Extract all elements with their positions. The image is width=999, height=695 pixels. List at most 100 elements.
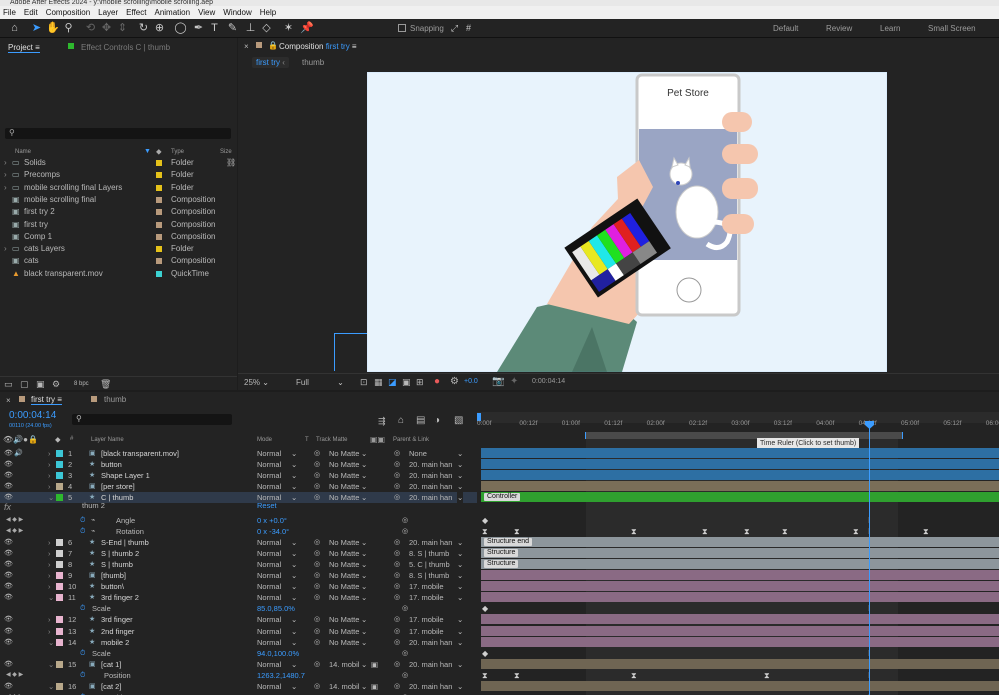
layer-duration-bar[interactable]: [481, 592, 999, 603]
channel-icon[interactable]: ●: [434, 376, 440, 387]
twirl-arrow-icon[interactable]: ⌄: [48, 681, 54, 692]
parent-pickwhip-icon[interactable]: ◎: [394, 537, 400, 548]
parent-dropdown[interactable]: 20. main han ⌄: [409, 459, 465, 471]
home-icon[interactable]: ⌂: [8, 22, 21, 35]
parent-pickwhip-icon[interactable]: ◎: [394, 659, 400, 670]
expression-pickwhip-icon[interactable]: ◎: [402, 526, 408, 537]
show-snapshot-icon[interactable]: ✦: [510, 376, 518, 387]
track-matte-dropdown[interactable]: No Matte ⌄: [329, 448, 369, 459]
parent-pickwhip-icon[interactable]: ◎: [394, 559, 400, 570]
eye-icon[interactable]: 👁: [4, 448, 13, 459]
fx-icon[interactable]: fx: [4, 502, 11, 512]
project-item[interactable]: › ▭ mobile scrolling final Layers Folder: [0, 182, 235, 194]
region-icon[interactable]: ⊞: [416, 377, 424, 388]
twirl-arrow-icon[interactable]: ⌄: [48, 637, 54, 648]
twirl-arrow-icon[interactable]: ›: [48, 448, 51, 459]
track-matte-dropdown[interactable]: No Matte ⌄: [329, 459, 369, 470]
current-time-indicator[interactable]: [869, 425, 870, 695]
blend-mode-dropdown[interactable]: Normal ⌄: [257, 459, 299, 470]
parent-pickwhip-icon[interactable]: ◎: [394, 681, 400, 692]
parent-dropdown[interactable]: 20. main han ⌄: [409, 536, 465, 548]
color-management-icon[interactable]: ⚙: [450, 376, 459, 387]
blend-mode-dropdown[interactable]: Normal ⌄: [257, 559, 299, 570]
layer-row[interactable]: 👁 ⌄ 5 ★ C | thumb Normal ⌄ ◎ No Matte ⌄ ◎ 20. main …: [0, 492, 477, 504]
parent-dropdown[interactable]: 17. mobile ⌄: [409, 592, 465, 604]
label-swatch[interactable]: [56, 572, 63, 579]
graph-icon[interactable]: ⌁: [91, 515, 95, 526]
expression-pickwhip-icon[interactable]: ◎: [402, 648, 408, 659]
track-matte-dropdown[interactable]: No Matte ⌄: [329, 481, 369, 492]
snap-option-icon[interactable]: ⤢: [448, 22, 461, 35]
label-swatch[interactable]: [56, 616, 63, 624]
expand-arrow-icon[interactable]: ›: [4, 182, 7, 194]
blend-mode-dropdown[interactable]: Normal ⌄: [257, 581, 299, 592]
twirl-arrow-icon[interactable]: ›: [48, 570, 51, 581]
label-swatch[interactable]: [56, 461, 63, 469]
layer-duration-bar[interactable]: [481, 658, 999, 669]
expression-pickwhip-icon[interactable]: ◎: [402, 670, 408, 681]
eye-icon[interactable]: 👁: [4, 481, 13, 492]
property-value[interactable]: 0 x +0.0°: [257, 515, 287, 526]
expand-arrow-icon[interactable]: ›: [4, 157, 7, 169]
property-row[interactable]: ◀ ◆ ▶ ⏱ ⌁ Rotation 0 x -34.0° ◎: [0, 526, 477, 537]
project-item[interactable]: ▣ Comp 1 Composition: [0, 231, 235, 243]
blend-mode-dropdown[interactable]: Normal ⌄: [257, 448, 299, 459]
menu-composition[interactable]: Composition: [46, 8, 90, 17]
keyframe-icon[interactable]: ⧗: [782, 527, 788, 535]
brush-tool-icon[interactable]: ✎: [226, 22, 239, 35]
parent-dropdown[interactable]: 20. main han ⌄: [409, 470, 465, 482]
layer-duration-bar[interactable]: [481, 481, 999, 492]
parent-dropdown[interactable]: 20. main han ⌄: [409, 658, 465, 670]
property-value[interactable]: 85.0,85.0%: [257, 603, 295, 614]
parent-pickwhip-icon[interactable]: ◎: [394, 548, 400, 559]
flowchart-icon[interactable]: ⛓: [226, 157, 236, 169]
composition-viewer[interactable]: Pet Store: [367, 72, 887, 372]
project-item[interactable]: › ▭ Solids Folder ⛓: [0, 157, 236, 169]
tab-effect-controls[interactable]: Effect Controls C | thumb: [81, 43, 170, 52]
layer-row[interactable]: 👁 › 8 ★ S | thumb Normal ⌄ ◎ No Matte ⌄ ◎ 5. C | th…: [0, 558, 477, 570]
property-value[interactable]: 94.0,100.0%: [257, 648, 299, 659]
layer-duration-bar[interactable]: Controller: [481, 492, 999, 503]
eye-icon[interactable]: 👁: [4, 614, 13, 625]
parent-pickwhip-icon[interactable]: ◎: [394, 626, 400, 637]
type-tool-icon[interactable]: T: [208, 22, 221, 35]
label-swatch[interactable]: [156, 172, 162, 179]
parent-dropdown[interactable]: 17. mobile ⌄: [409, 581, 465, 593]
pickwhip-icon[interactable]: ◎: [314, 559, 320, 570]
stopwatch-icon[interactable]: ⏱: [80, 603, 85, 614]
parent-pickwhip-icon[interactable]: ◎: [394, 592, 400, 603]
roto-brush-icon[interactable]: ✶: [282, 22, 295, 35]
project-item[interactable]: › ▭ Precomps Folder: [0, 169, 235, 181]
keyframe-icon[interactable]: ⧗: [853, 527, 859, 535]
property-row[interactable]: ⏱ Scale 94.0,100.0% ◎: [0, 648, 477, 659]
twirl-arrow-icon[interactable]: ⌄: [48, 592, 54, 603]
label-swatch[interactable]: [156, 196, 162, 203]
blend-mode-dropdown[interactable]: Normal ⌄: [257, 470, 299, 481]
twirl-arrow-icon[interactable]: ›: [48, 626, 51, 637]
track-matte-dropdown[interactable]: 14. mobil ⌄: [329, 659, 369, 670]
layer-duration-bar[interactable]: [481, 459, 999, 470]
property-value[interactable]: 0 x -34.0°: [257, 526, 289, 537]
layer-duration-bar[interactable]: Structure end: [481, 536, 999, 547]
parent-pickwhip-icon[interactable]: ◎: [394, 637, 400, 648]
layer-row[interactable]: 👁 › 3 ★ Shape Layer 1 Normal ⌄ ◎ No Matte ⌄ ◎ 20. m…: [0, 470, 477, 482]
pickwhip-icon[interactable]: ◎: [314, 570, 320, 581]
twirl-arrow-icon[interactable]: ›: [48, 559, 51, 570]
label-swatch[interactable]: [156, 160, 162, 166]
label-tag-icon[interactable]: ⬥: [156, 147, 162, 157]
menu-edit[interactable]: Edit: [24, 8, 38, 17]
workspace-small-screen[interactable]: Small Screen: [928, 24, 976, 33]
snap-grid-icon[interactable]: #: [462, 22, 475, 35]
blend-mode-dropdown[interactable]: Normal ⌄: [257, 548, 299, 559]
eye-icon[interactable]: 👁: [4, 592, 13, 603]
ellipse-tool-icon[interactable]: ◯: [174, 22, 187, 35]
property-row[interactable]: ◀ ◆ ▶ ⏱ Position 1263.2,1480.7 ◎: [0, 670, 477, 681]
label-swatch[interactable]: [156, 221, 162, 228]
track-matte-dropdown[interactable]: 14. mobil ⌄: [329, 681, 369, 692]
keyframe-icon[interactable]: ◆: [482, 649, 488, 657]
pickwhip-icon[interactable]: ◎: [314, 637, 320, 648]
track-matte-dropdown[interactable]: No Matte ⌄: [329, 637, 369, 648]
menu-help[interactable]: Help: [260, 8, 276, 17]
pickwhip-icon[interactable]: ◎: [314, 614, 320, 625]
project-item[interactable]: ▲ black transparent.mov QuickTime: [0, 268, 235, 280]
